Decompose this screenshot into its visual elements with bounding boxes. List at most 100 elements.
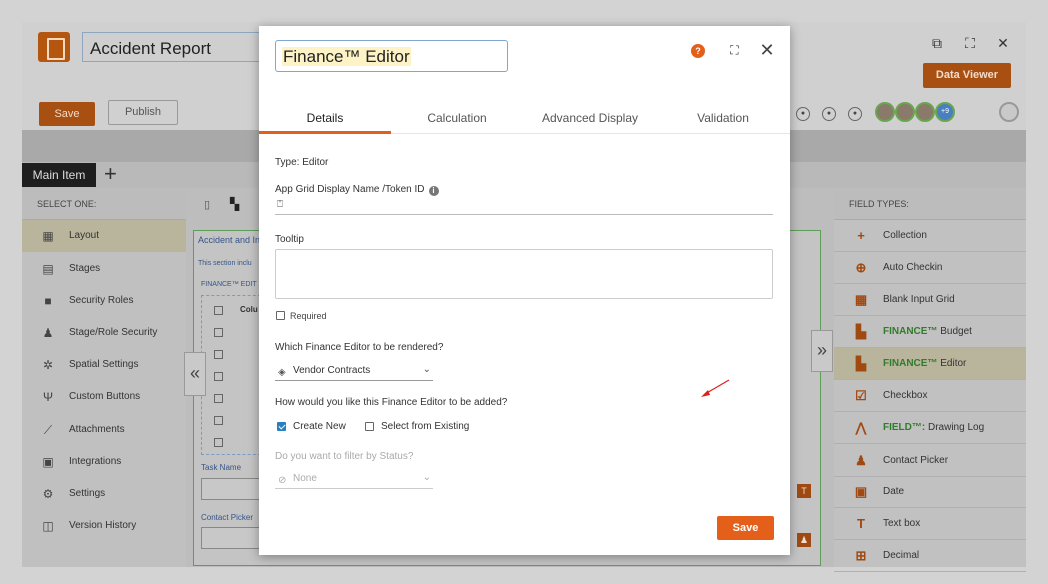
display-name-input[interactable]: ⍞ <box>275 199 773 215</box>
required-label: Required <box>290 311 327 321</box>
dialog-title-input[interactable]: Finance™ Editor <box>275 40 508 72</box>
tab-details[interactable]: Details <box>259 104 391 134</box>
field-type-date[interactable]: ▣ Date <box>834 476 1026 508</box>
contact-picker-input[interactable] <box>201 527 261 549</box>
create-new-label: Create New <box>293 421 346 432</box>
field-type-decimal[interactable]: ⊞ Decimal <box>834 540 1026 572</box>
field-type-finance-budget[interactable]: ▙ FINANCE™ Budget <box>834 316 1026 348</box>
finance-editor-select[interactable]: ◈ Vendor Contracts ⌄ <box>275 363 433 381</box>
collapse-left-button[interactable]: « <box>184 352 206 396</box>
field-type-checkbox[interactable]: ☑ Checkbox <box>834 380 1026 412</box>
field-type-label: Date <box>883 486 905 497</box>
vendor-tag-icon: ◈ <box>278 367 286 378</box>
field-type-text: Type: Editor <box>275 157 329 168</box>
select-existing-label: Select from Existing <box>381 421 470 432</box>
avatar[interactable] <box>875 102 895 122</box>
required-checkbox[interactable] <box>276 311 285 320</box>
sidebar-item-layout[interactable]: ▦ Layout <box>22 220 186 252</box>
status-filter-select[interactable]: ⊘ None ⌄ <box>275 471 433 489</box>
select-existing-checkbox[interactable] <box>365 422 374 431</box>
grid-row-checkbox[interactable] <box>214 306 223 315</box>
sidebar-item-label: Stages <box>69 263 101 274</box>
tab-advanced-display[interactable]: Advanced Display <box>524 104 656 134</box>
field-type-contact-picker[interactable]: ♟ Contact Picker <box>834 445 1026 477</box>
sidebar-item-custom-buttons[interactable]: Ψ Custom Buttons <box>22 381 186 413</box>
fullscreen-icon[interactable]: ⛶ <box>963 36 977 50</box>
sidebar-item-stages[interactable]: ▤ Stages <box>22 253 186 285</box>
external-link-icon[interactable]: ⧉ <box>930 36 944 50</box>
crosshair-icon: ⊕ <box>855 260 867 275</box>
field-type-auto-checkin[interactable]: ⊕ Auto Checkin <box>834 252 1026 284</box>
section-description: This section inclu <box>198 260 252 267</box>
finance-editor-grid[interactable]: Colu <box>201 295 261 455</box>
field-type-finance-editor[interactable]: ▙ FINANCE™ Editor <box>834 348 1026 380</box>
sidebar-item-settings[interactable]: ⚙ Settings <box>22 478 186 510</box>
help-icon[interactable]: ? <box>691 44 705 58</box>
expand-icon[interactable]: ⛶ <box>728 44 741 57</box>
status-filter-value: None <box>293 473 317 484</box>
field-type-label: Collection <box>883 230 927 241</box>
toolbar-icon-a[interactable]: ● <box>796 107 810 121</box>
render-question-label: Which Finance Editor to be rendered? <box>275 342 444 353</box>
user-avatar[interactable] <box>999 102 1019 122</box>
avatar[interactable] <box>895 102 915 122</box>
grid-row-checkbox[interactable] <box>214 438 223 447</box>
field-type-label: Contact Picker <box>883 455 949 466</box>
tab-calculation[interactable]: Calculation <box>391 104 523 134</box>
grid-row-checkbox[interactable] <box>214 350 223 359</box>
field-type-blank-input-grid[interactable]: ▦ Blank Input Grid <box>834 284 1026 316</box>
save-button[interactable]: Save <box>39 102 95 126</box>
tab-main-item[interactable]: Main Item <box>22 163 96 187</box>
toolbar-icon-b[interactable]: ● <box>822 107 836 121</box>
collapse-right-button[interactable]: » <box>811 330 833 372</box>
tab-validation[interactable]: Validation <box>657 104 789 134</box>
info-icon[interactable]: i <box>428 186 439 196</box>
avatar-more-badge[interactable]: +9 <box>935 102 955 122</box>
sidebar-item-label: Stage/Role Security <box>69 327 158 338</box>
red-arrow-annotation <box>701 379 730 397</box>
tooltip-textarea[interactable] <box>275 249 773 299</box>
sidebar-item-integrations[interactable]: ▣ Integrations <box>22 446 186 478</box>
task-name-input[interactable] <box>201 478 261 500</box>
sidebar-item-stage-role-security[interactable]: ♟ Stage/Role Security <box>22 317 186 349</box>
close-icon[interactable]: ✕ <box>996 36 1010 50</box>
add-tab-icon[interactable]: + <box>104 162 117 186</box>
data-viewer-button[interactable]: Data Viewer <box>923 63 1011 88</box>
grid-row-checkbox[interactable] <box>214 416 223 425</box>
spatial-gear-icon: ✲ <box>42 358 54 372</box>
paperclip-icon: ⟋ <box>43 423 53 437</box>
grid-row-checkbox[interactable] <box>214 328 223 337</box>
field-type-text-box[interactable]: T Text box <box>834 508 1026 540</box>
field-type-label: Decimal <box>883 550 920 561</box>
grid-row-checkbox[interactable] <box>214 372 223 381</box>
field-type-collection[interactable]: + Collection <box>834 220 1026 252</box>
sidebar-item-spatial-settings[interactable]: ✲ Spatial Settings <box>22 349 186 381</box>
field-type-prefix: FIELD™: <box>883 422 926 433</box>
field-type-label: Checkbox <box>883 390 928 401</box>
dialog-save-button[interactable]: Save <box>717 516 774 540</box>
grid-view-icon[interactable]: ▚ <box>230 197 239 211</box>
avatar[interactable] <box>915 102 935 122</box>
sidebar-item-version-history[interactable]: ◫ Version History <box>22 510 186 542</box>
field-type-label: Auto Checkin <box>883 262 943 273</box>
field-type-label: Drawing Log <box>928 422 985 433</box>
added-question-label: How would you like this Finance Editor t… <box>275 397 508 408</box>
form-title-input[interactable]: Accident Report <box>82 32 262 62</box>
compass-icon: ⋀ <box>855 420 867 435</box>
sidebar-item-attachments[interactable]: ⟋ Attachments <box>22 414 186 446</box>
field-type-label: Budget <box>940 326 972 337</box>
toolbar-icon-c[interactable]: ● <box>848 107 862 121</box>
textbox-type-icon: T <box>797 484 811 498</box>
grid-row-checkbox[interactable] <box>214 394 223 403</box>
create-new-checkbox[interactable] <box>277 422 286 431</box>
trash-icon[interactable]: ▯ <box>204 198 210 211</box>
field-type-drawing-log[interactable]: ⋀ FIELD™: Drawing Log <box>834 412 1026 444</box>
avatar-group: +9 <box>875 102 1019 124</box>
field-type-label: Editor <box>940 358 967 369</box>
sidebar-item-security-roles[interactable]: ■ Security Roles <box>22 285 186 317</box>
finance-editor-dialog: Finance™ Editor ? ⛶ ✕ Details Calculatio… <box>259 26 790 555</box>
sidebar-item-label: Spatial Settings <box>69 359 139 370</box>
publish-button[interactable]: Publish <box>108 100 178 125</box>
dialog-close-icon[interactable]: ✕ <box>759 41 775 59</box>
section-title: Accident and In <box>198 235 261 245</box>
